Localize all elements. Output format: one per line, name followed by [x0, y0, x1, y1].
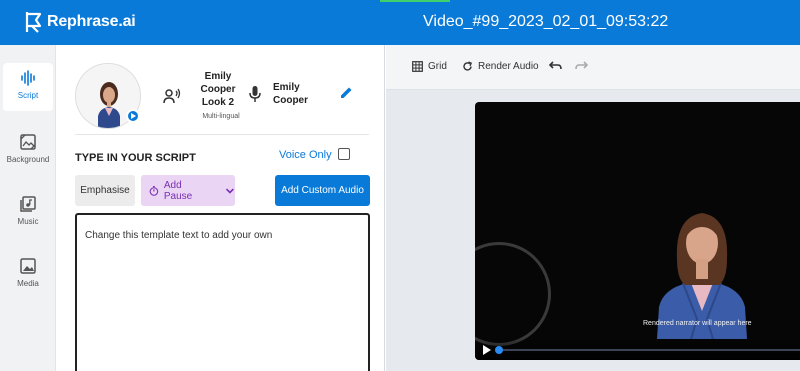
add-pause-button[interactable]: Add Pause: [141, 175, 235, 206]
sidebar: Script Background Music Media: [0, 45, 56, 371]
narrator-caption: Rendered narrator will appear here: [643, 320, 752, 327]
sidebar-item-label: Script: [17, 91, 39, 100]
redo-icon[interactable]: [575, 61, 589, 73]
loading-ring: [475, 242, 551, 346]
script-textarea[interactable]: Change this template text to add your ow…: [75, 213, 370, 371]
grid-button[interactable]: Grid: [412, 61, 447, 72]
render-audio-label: Render Audio: [478, 61, 539, 72]
voice-only-checkbox[interactable]: [338, 148, 350, 160]
undo-icon[interactable]: [548, 61, 562, 73]
emphasise-label: Emphasise: [80, 185, 130, 196]
music-icon: [20, 196, 36, 212]
logo[interactable]: Rephrase.ai: [24, 10, 136, 34]
microphone-icon[interactable]: [248, 85, 262, 103]
grid-icon: [412, 61, 423, 72]
sidebar-item-media[interactable]: Media: [0, 257, 56, 288]
preview-toolbar: Grid Render Audio: [386, 45, 800, 90]
sidebar-item-label: Media: [17, 279, 39, 288]
sidebar-item-label: Music: [17, 217, 39, 226]
chevron-down-icon[interactable]: [225, 186, 235, 196]
grid-label: Grid: [428, 61, 447, 72]
logo-icon: [25, 12, 42, 33]
voice-only-label[interactable]: Voice Only: [279, 149, 332, 161]
add-custom-audio-label: Add Custom Audio: [281, 185, 364, 196]
emphasise-button[interactable]: Emphasise: [75, 175, 135, 206]
script-text: Change this template text to add your ow…: [85, 230, 273, 241]
sidebar-item-label: Background: [6, 155, 50, 164]
edit-pencil-icon[interactable]: [339, 85, 354, 100]
background-icon: [20, 134, 36, 150]
render-audio-button[interactable]: Render Audio: [462, 61, 539, 72]
seek-bar[interactable]: [497, 349, 800, 351]
script-panel: Emily Cooper Look 2 Multi-lingual Emily …: [57, 45, 385, 371]
image-icon: [20, 258, 36, 274]
top-bar: Rephrase.ai Video_#99_2023_02_01_09:53:2…: [0, 0, 800, 45]
narrator-image: [657, 213, 747, 339]
add-pause-label: Add Pause: [163, 179, 193, 202]
waveform-icon: [21, 70, 35, 86]
video-title: Video_#99_2023_02_01_09:53:22: [423, 13, 669, 30]
video-preview[interactable]: Rendered narrator will appear here: [475, 102, 800, 360]
add-custom-audio-button[interactable]: Add Custom Audio: [275, 175, 370, 206]
sidebar-item-script[interactable]: Script: [3, 63, 53, 111]
sidebar-item-music[interactable]: Music: [0, 195, 56, 226]
seek-handle[interactable]: [495, 346, 503, 354]
play-avatar-badge[interactable]: [126, 109, 140, 123]
voice-icon[interactable]: [163, 87, 181, 105]
progress-accent: [380, 0, 450, 2]
voice-name: Emily Cooper: [273, 82, 308, 106]
preview-panel: Grid Render Audio Rendered narrator will…: [386, 45, 800, 371]
refresh-icon: [463, 61, 473, 71]
timer-icon: [149, 185, 159, 196]
avatar-name: Emily Cooper Look 2: [200, 71, 236, 108]
divider: [75, 134, 369, 135]
sidebar-item-background[interactable]: Background: [0, 133, 56, 164]
play-icon[interactable]: [482, 344, 492, 356]
avatar-subtitle: Multi-lingual: [202, 113, 240, 120]
script-heading: TYPE IN YOUR SCRIPT: [75, 152, 196, 164]
logo-text: Rephrase.ai: [47, 13, 136, 30]
